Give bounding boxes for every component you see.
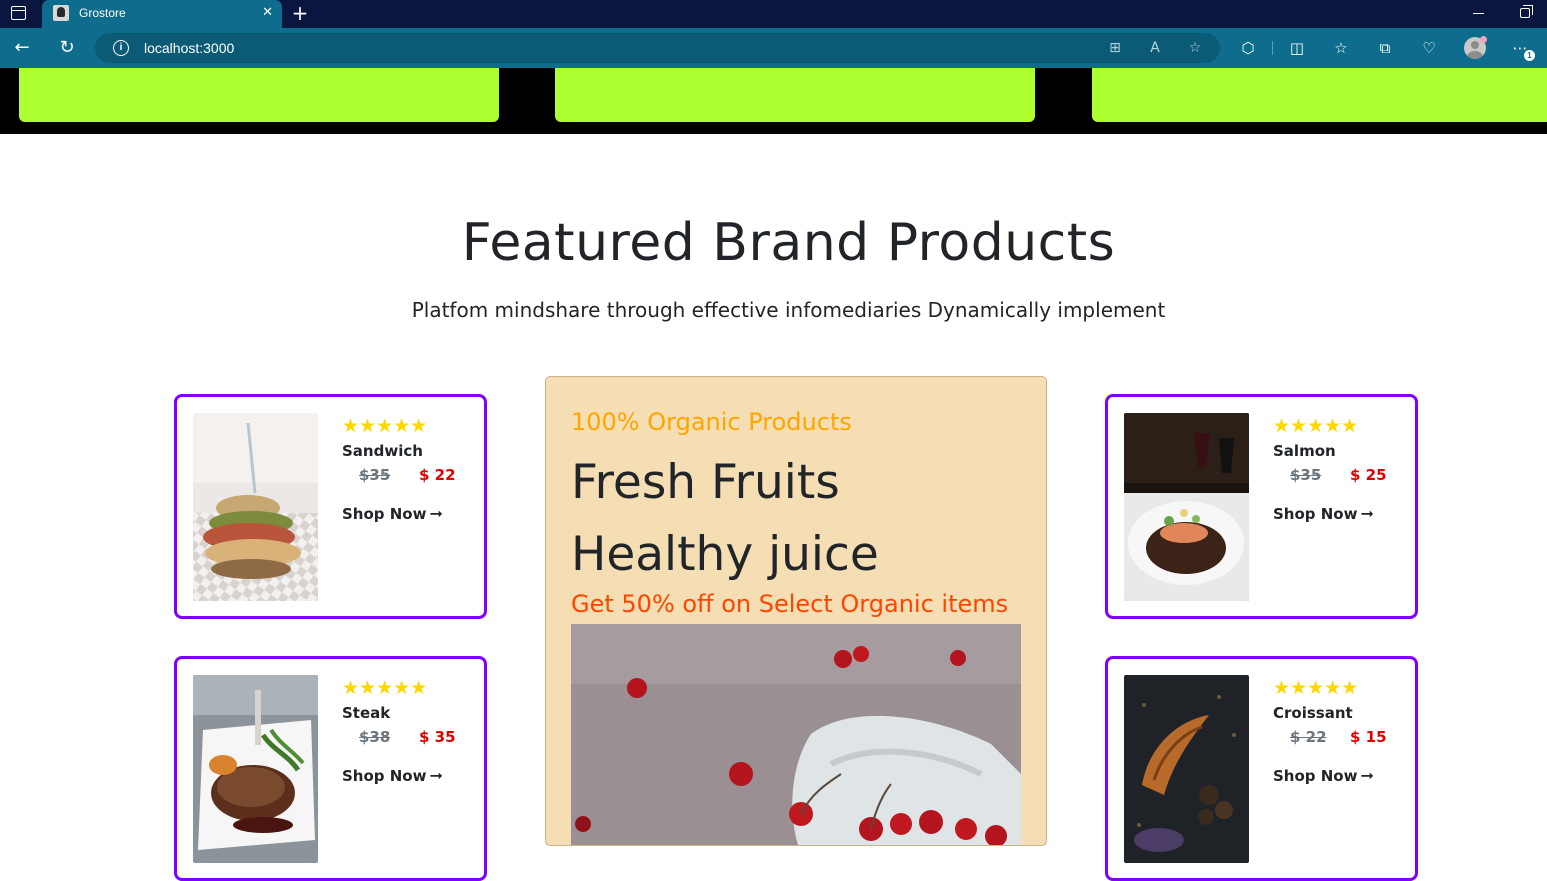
browser-essentials-icon[interactable]: ♡: [1419, 38, 1439, 58]
rating-stars: ★★★★★: [342, 677, 428, 699]
arrow-right-icon: ➞: [1360, 504, 1374, 523]
shop-now-label: Shop Now: [1273, 505, 1358, 523]
old-price: $38: [359, 728, 391, 746]
browser-tab-active[interactable]: Grostore ✕: [42, 0, 282, 28]
new-tab-button[interactable]: +: [290, 2, 310, 24]
sale-price: $ 25: [1350, 466, 1387, 484]
product-image-croissant: [1124, 675, 1249, 863]
address-bar[interactable]: i localhost:3000 ⊞ A ☆: [95, 33, 1220, 63]
product-image-steak: [193, 675, 318, 863]
tab-actions-icon[interactable]: [11, 6, 26, 20]
shop-now-link[interactable]: Shop Now ➞: [1273, 504, 1374, 523]
tab-title: Grostore: [79, 6, 126, 20]
shop-now-link[interactable]: Shop Now ➞: [1273, 766, 1374, 785]
rating-stars: ★★★★★: [342, 415, 428, 437]
product-card-steak[interactable]: ★★★★★ Steak $38 $ 35 Shop Now ➞: [174, 656, 487, 881]
extensions-icon[interactable]: ⬡: [1238, 38, 1258, 58]
product-image-salmon: [1124, 413, 1249, 601]
promo-banner[interactable]: 100% Organic Products Fresh Fruits Healt…: [545, 376, 1047, 846]
close-tab-icon[interactable]: ✕: [262, 5, 273, 21]
shop-now-link[interactable]: Shop Now ➞: [342, 766, 443, 785]
arrow-right-icon: ➞: [429, 766, 443, 785]
product-name: Steak: [342, 704, 391, 722]
url-text[interactable]: localhost:3000: [144, 40, 234, 56]
rating-stars: ★★★★★: [1273, 677, 1359, 699]
product-card-salmon[interactable]: ★★★★★ Salmon $35 $ 25 Shop Now ➞: [1105, 394, 1418, 619]
arrow-right-icon: ➞: [429, 504, 443, 523]
promo-title: Fresh Fruits Healthy juice: [571, 455, 879, 582]
restore-window-button[interactable]: [1520, 5, 1533, 18]
section-subtitle: Platfom mindshare through effective info…: [411, 298, 1166, 322]
promo-offer: Get 50% off on Select Organic items: [571, 590, 1009, 618]
promo-image: [571, 624, 1021, 845]
arrow-right-icon: ➞: [1360, 766, 1374, 785]
favicon-icon: [53, 5, 69, 21]
favorites-list-icon[interactable]: ☆: [1331, 38, 1351, 58]
sale-price: $ 22: [419, 466, 456, 484]
favorite-star-icon[interactable]: ☆: [1186, 39, 1204, 57]
shop-now-label: Shop Now: [342, 505, 427, 523]
shop-now-link[interactable]: Shop Now ➞: [342, 504, 443, 523]
refresh-icon[interactable]: ↻: [55, 36, 79, 60]
old-price: $ 22: [1290, 728, 1327, 746]
category-card[interactable]: [1092, 68, 1547, 122]
browser-toolbar: ← ↻ i localhost:3000 ⊞ A ☆ ⬡ ◫ ☆ ⧉ ♡ ⋯ 1: [0, 28, 1547, 68]
notification-badge: 1: [1524, 50, 1535, 61]
site-info-icon[interactable]: i: [113, 40, 129, 56]
old-price: $35: [1290, 466, 1322, 484]
category-card[interactable]: [555, 68, 1035, 122]
category-card[interactable]: [19, 68, 499, 122]
product-name: Salmon: [1273, 442, 1336, 460]
product-card-croissant[interactable]: ★★★★★ Croissant $ 22 $ 15 Shop Now ➞: [1105, 656, 1418, 881]
read-aloud-icon[interactable]: A: [1146, 39, 1164, 57]
product-name: Sandwich: [342, 442, 423, 460]
sale-price: $ 15: [1350, 728, 1387, 746]
minimize-window-button[interactable]: [1473, 13, 1484, 14]
browser-title-bar: Grostore ✕ +: [0, 0, 1547, 28]
old-price: $35: [359, 466, 391, 484]
shop-now-label: Shop Now: [1273, 767, 1358, 785]
collections-icon[interactable]: ⧉: [1375, 38, 1395, 58]
profile-status-dot: [1480, 36, 1487, 43]
product-image-sandwich: [193, 413, 318, 601]
split-screen-icon[interactable]: ◫: [1287, 38, 1307, 58]
promo-kicker: 100% Organic Products: [571, 408, 852, 436]
product-card-sandwich[interactable]: ★★★★★ Sandwich $35 $ 22 Shop Now ➞: [174, 394, 487, 619]
product-name: Croissant: [1273, 704, 1353, 722]
back-arrow-icon[interactable]: ←: [10, 36, 34, 60]
section-title: Featured Brand Products: [461, 213, 1116, 273]
app-grid-icon[interactable]: ⊞: [1106, 39, 1124, 57]
rating-stars: ★★★★★: [1273, 415, 1359, 437]
toolbar-divider: [1272, 41, 1273, 55]
shop-now-label: Shop Now: [342, 767, 427, 785]
sale-price: $ 35: [419, 728, 456, 746]
category-strip: [0, 68, 1547, 134]
